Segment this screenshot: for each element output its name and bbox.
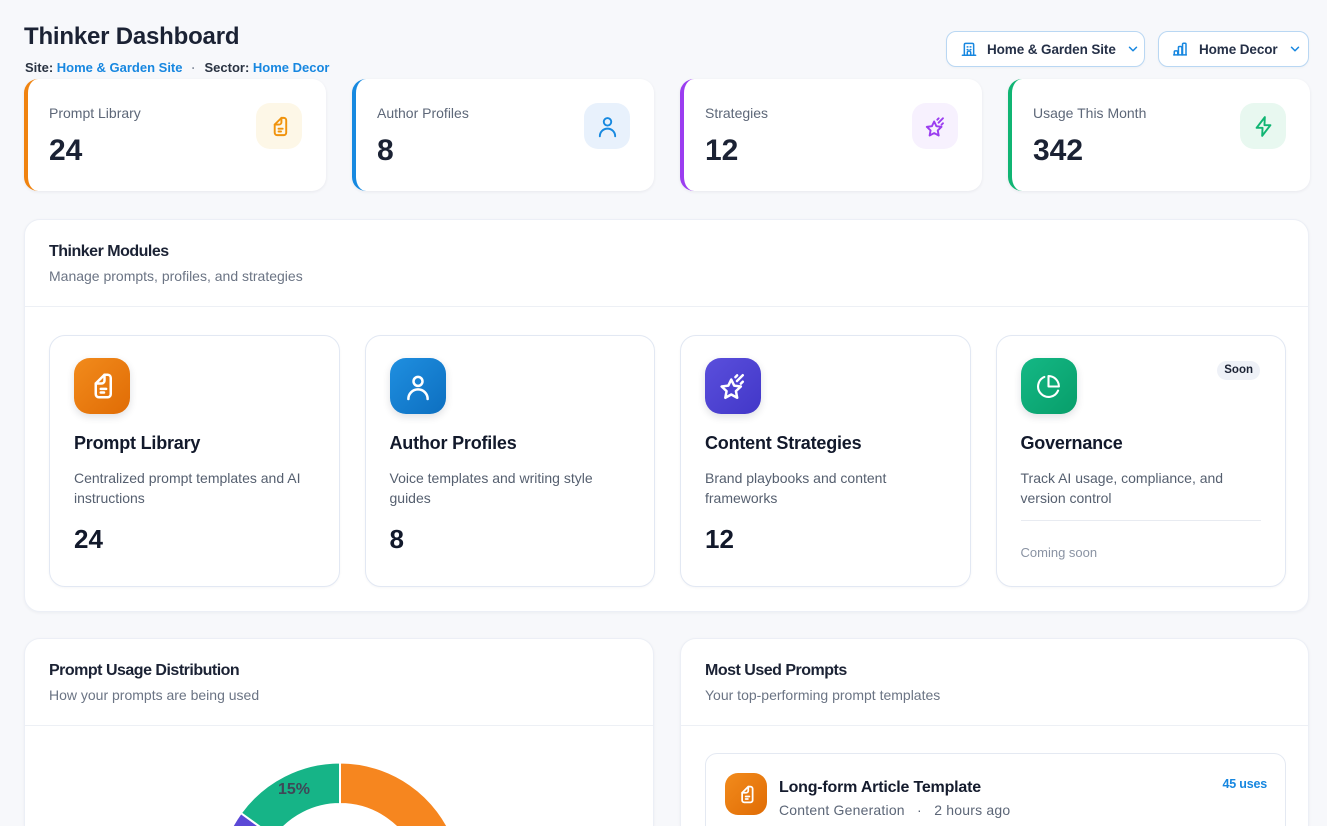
svg-text:15%: 15% (278, 781, 310, 798)
